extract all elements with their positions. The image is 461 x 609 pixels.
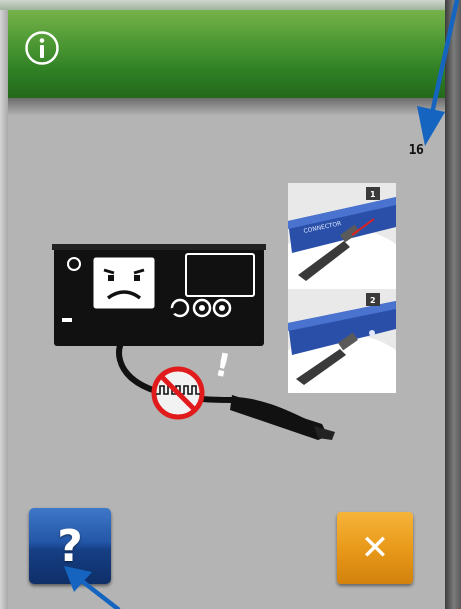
close-button[interactable]: ✕ <box>337 512 413 584</box>
top-strip <box>0 0 445 10</box>
step-2-photo: 2 <box>288 289 396 393</box>
info-icon <box>25 31 59 65</box>
annotation-arrow-top <box>417 0 460 146</box>
connection-steps: CONNECTOR 1 2 <box>288 183 396 393</box>
step-1-label: 1 <box>370 190 376 199</box>
step-2-label: 2 <box>370 296 376 305</box>
annotation-arrow-bottom <box>64 566 121 609</box>
close-icon: ✕ <box>360 528 390 568</box>
question-mark-icon: ? <box>57 520 83 572</box>
header-shadow <box>8 98 445 116</box>
dialog-header <box>8 10 445 98</box>
screen-left-edge <box>0 10 8 609</box>
console-device <box>52 244 266 346</box>
warning-mark: ! <box>212 345 234 385</box>
prohibited-cable-icon <box>151 366 205 420</box>
